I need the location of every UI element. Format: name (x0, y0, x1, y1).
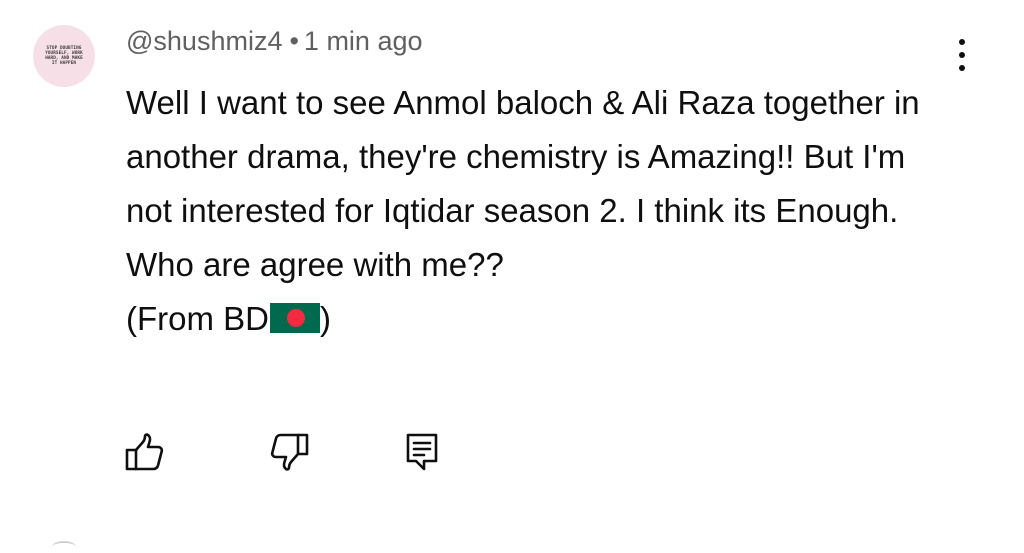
dislike-button[interactable] (268, 430, 312, 474)
next-comment-avatar-edge (52, 541, 76, 553)
avatar-caption: STOP DOUBTING YOURSELF, WORK HARD, AND M… (45, 46, 83, 66)
comment-meta: @shushmiz4 • 1 min ago (126, 26, 423, 57)
timestamp[interactable]: 1 min ago (304, 26, 423, 56)
comment-text: Well I want to see Anmol baloch & Ali Ra… (126, 84, 920, 283)
comment-body: Well I want to see Anmol baloch & Ali Ra… (126, 76, 946, 346)
like-button[interactable] (122, 430, 166, 474)
meta-separator: • (289, 26, 299, 56)
comment-thread: STOP DOUBTING YOURSELF, WORK HARD, AND M… (0, 0, 1024, 546)
thumbs-down-icon (270, 433, 309, 471)
more-vertical-icon (959, 39, 965, 45)
bangladesh-flag-icon (270, 303, 320, 333)
username[interactable]: @shushmiz4 (126, 26, 282, 56)
reply-comment-icon (406, 433, 438, 471)
comment-origin: (From BD) (126, 300, 331, 337)
avatar[interactable]: STOP DOUBTING YOURSELF, WORK HARD, AND M… (33, 25, 95, 87)
more-options-button[interactable] (946, 35, 978, 75)
thumbs-up-icon (125, 433, 164, 471)
reply-button[interactable] (400, 430, 444, 474)
